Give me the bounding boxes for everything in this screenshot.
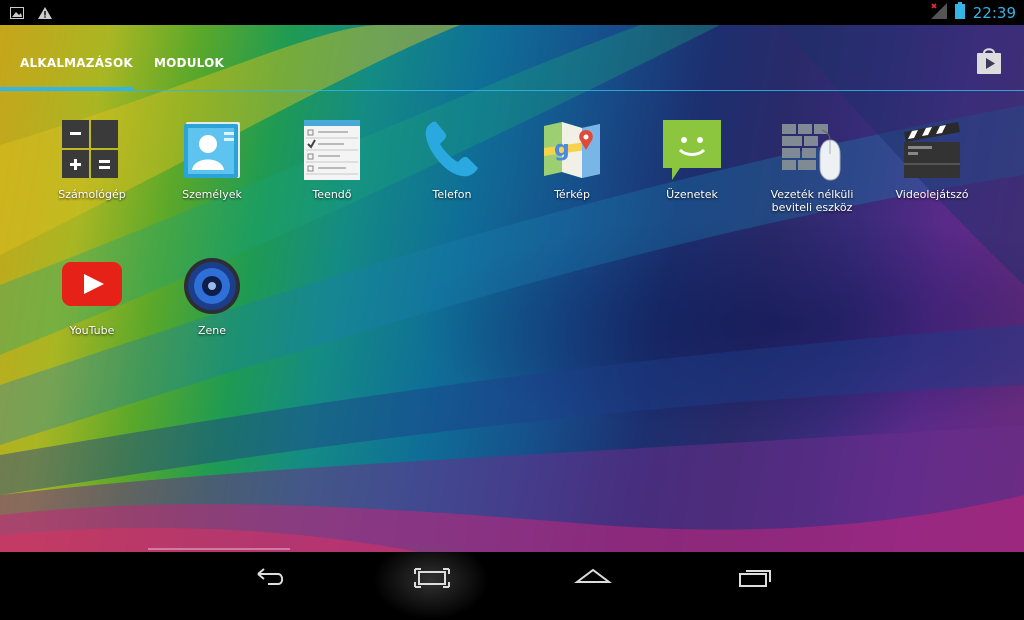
recent-apps-icon[interactable] [736, 564, 776, 590]
app-video-player[interactable]: Videolejátszó [872, 118, 992, 201]
app-label: Teendő [312, 188, 352, 201]
messages-icon [663, 120, 721, 180]
warning-icon [38, 4, 52, 23]
app-todo[interactable]: Teendő [272, 118, 392, 201]
navigation-bar [0, 552, 1024, 600]
app-youtube[interactable]: YouTube [32, 254, 152, 337]
app-wireless-input[interactable]: Vezeték nélküli beviteli eszköz [752, 118, 872, 214]
app-label: Üzenetek [666, 188, 718, 201]
calculator-icon [62, 120, 118, 178]
tab-widgets[interactable]: MODULOK [154, 56, 224, 70]
maps-icon: g [544, 122, 600, 178]
todo-icon [304, 120, 360, 180]
youtube-icon [62, 262, 122, 306]
clock: 22:39 [972, 3, 1016, 22]
recent-screenshot-icon[interactable] [412, 564, 452, 590]
app-calculator[interactable]: Számológép [32, 118, 152, 201]
app-label: Térkép [554, 188, 590, 201]
app-label: YouTube [69, 324, 115, 337]
app-label: Zene [197, 324, 227, 337]
page-indicator [148, 548, 290, 550]
app-label: Személyek [182, 188, 242, 201]
status-bar: 22:39 [0, 0, 1024, 25]
contacts-icon [184, 122, 240, 178]
app-label: Vezeték nélküli beviteli eszköz [770, 188, 854, 214]
app-phone[interactable]: Telefon [392, 118, 512, 201]
play-store-icon[interactable] [974, 46, 1004, 76]
tab-divider [0, 90, 1024, 91]
tab-apps[interactable]: ALKALMAZÁSOK [20, 56, 133, 70]
battery-icon [954, 2, 965, 23]
app-label: Telefon [432, 188, 472, 201]
tab-bar: ALKALMAZÁSOK MODULOK [0, 25, 1024, 93]
music-icon [184, 258, 240, 314]
home-icon[interactable] [573, 564, 613, 590]
video-player-icon [904, 122, 960, 178]
svg-text:g: g [554, 137, 570, 162]
app-messages[interactable]: Üzenetek [632, 118, 752, 201]
signal-icon [930, 2, 947, 23]
app-label: Számológép [58, 188, 126, 201]
phone-icon [425, 121, 478, 177]
back-icon[interactable] [250, 564, 290, 590]
image-notification-icon [10, 4, 24, 23]
app-maps[interactable]: g Térkép [512, 118, 632, 201]
app-contacts[interactable]: Személyek [152, 118, 272, 201]
app-music[interactable]: Zene [152, 254, 272, 337]
app-label: Videolejátszó [895, 188, 969, 201]
wireless-input-icon [782, 124, 841, 181]
